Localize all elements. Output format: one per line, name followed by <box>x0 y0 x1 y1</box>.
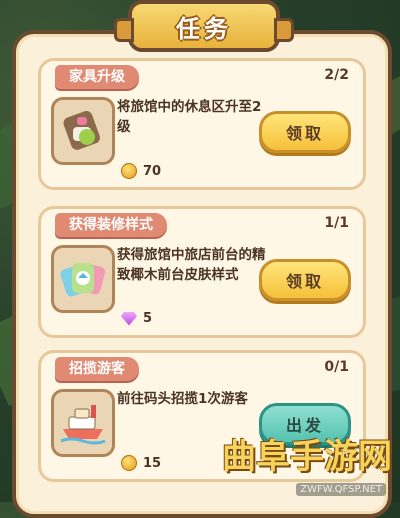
ship-icon <box>51 389 115 457</box>
coin-icon <box>121 455 137 471</box>
task-card-furniture-upgrade: 家具升级 2/2 将旅馆中的休息区升至2级 领取 70 <box>38 58 366 190</box>
task-tag: 获得装修样式 <box>55 213 167 237</box>
task-reward: 70 <box>121 163 161 179</box>
task-card-decoration-style: 获得装修样式 1/1 获得旅馆中旅店前台的精致椰木前台皮肤样式 领取 5 <box>38 206 366 338</box>
task-description: 将旅馆中的休息区升至2级 <box>117 99 262 135</box>
task-description: 获得旅馆中旅店前台的精致椰木前台皮肤样式 <box>117 247 266 283</box>
style-cards-icon <box>51 245 115 313</box>
task-description: 前往码头招揽1次游客 <box>117 391 248 407</box>
task-progress: 1/1 <box>324 215 349 231</box>
task-reward: 5 <box>121 311 152 326</box>
reward-amount: 5 <box>143 311 153 326</box>
reward-amount: 70 <box>143 163 162 179</box>
site-watermark-url: ZWFW.QFSP.NET <box>296 483 386 496</box>
claim-button[interactable]: 领取 <box>259 111 351 153</box>
gem-icon <box>121 311 137 326</box>
coin-icon <box>121 163 137 179</box>
furniture-icon <box>51 97 115 165</box>
task-tag: 招揽游客 <box>55 357 139 381</box>
task-progress: 0/1 <box>324 359 349 375</box>
task-reward: 15 <box>121 455 161 471</box>
reward-amount: 15 <box>143 455 162 471</box>
task-tag: 家具升级 <box>55 65 139 89</box>
page-title: 任务 <box>114 0 294 52</box>
task-progress: 2/2 <box>324 67 349 83</box>
claim-button[interactable]: 领取 <box>259 259 351 301</box>
site-watermark: 曲阜手游网 <box>222 437 392 477</box>
